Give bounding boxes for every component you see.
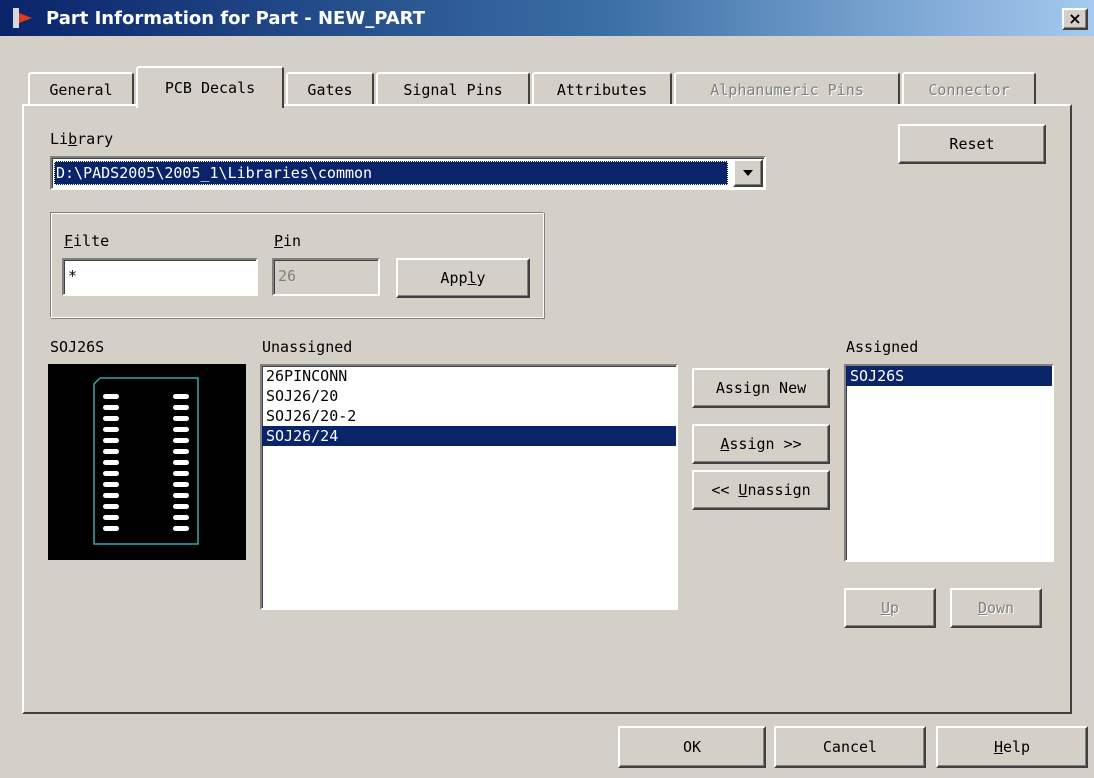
tab-gates[interactable]: Gates	[286, 72, 374, 106]
help-button-label: Help	[993, 738, 1031, 756]
tab-alphanumeric-pins[interactable]: Alphanumeric Pins	[674, 72, 900, 106]
ok-button-label: OK	[682, 738, 702, 756]
close-icon: ×	[1068, 9, 1082, 28]
help-button[interactable]: Help	[936, 726, 1088, 768]
tab-connector[interactable]: Connector	[902, 72, 1036, 106]
title-bar: Part Information for Part - NEW_PART ×	[0, 0, 1094, 36]
tab-pcb-decals[interactable]: PCB Decals	[136, 66, 284, 108]
tab-alphanumeric-pins-label: Alphanumeric Pins	[710, 81, 864, 99]
tab-attributes-label: Attributes	[556, 81, 648, 99]
close-button[interactable]: ×	[1062, 8, 1088, 30]
part-app-icon	[13, 8, 32, 28]
tab-pcb-decals-label: PCB Decals	[164, 79, 256, 97]
tab-attributes[interactable]: Attributes	[532, 72, 672, 106]
ok-button[interactable]: OK	[618, 726, 766, 768]
cancel-button-label: Cancel	[822, 738, 878, 756]
tab-connector-label: Connector	[928, 81, 1010, 99]
tab-gates-label: Gates	[307, 81, 353, 99]
window-title: Part Information for Part - NEW_PART	[46, 7, 426, 29]
tab-general[interactable]: General	[28, 72, 134, 106]
tab-signal-pins[interactable]: Signal Pins	[376, 72, 530, 106]
tab-general-label: General	[49, 81, 113, 99]
cancel-button[interactable]: Cancel	[774, 726, 926, 768]
pcb-decals-panel	[22, 104, 1072, 714]
tab-signal-pins-label: Signal Pins	[403, 81, 503, 99]
